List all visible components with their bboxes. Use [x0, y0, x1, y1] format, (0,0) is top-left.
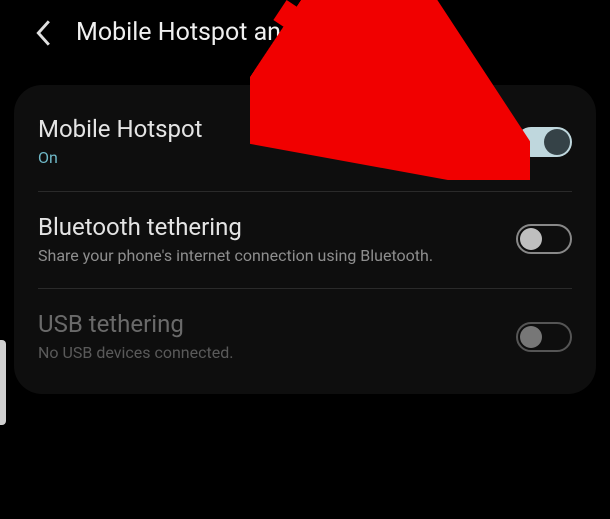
back-icon[interactable] — [34, 19, 52, 47]
mobile-hotspot-toggle[interactable] — [516, 127, 572, 157]
row-usb-tethering: USB tethering No USB devices connected. — [14, 288, 596, 386]
usb-tethering-toggle — [516, 322, 572, 352]
toggle-knob-icon — [520, 326, 542, 348]
row-bluetooth-tethering[interactable]: Bluetooth tethering Share your phone's i… — [14, 191, 596, 289]
row-subtitle: Share your phone's internet connection u… — [38, 245, 496, 267]
settings-panel: Mobile Hotspot On Bluetooth tethering Sh… — [14, 85, 596, 394]
header: Mobile Hotspot and Tethering — [0, 0, 610, 65]
toggle-knob-icon — [544, 129, 570, 155]
toggle-knob-icon — [520, 228, 542, 250]
row-subtitle: No USB devices connected. — [38, 342, 496, 364]
row-text: Bluetooth tethering Share your phone's i… — [38, 213, 516, 267]
row-subtitle: On — [38, 147, 496, 169]
row-text: USB tethering No USB devices connected. — [38, 310, 516, 364]
page-title: Mobile Hotspot and Tethering — [76, 18, 405, 47]
row-title: USB tethering — [38, 310, 496, 338]
row-text: Mobile Hotspot On — [38, 115, 516, 169]
row-title: Mobile Hotspot — [38, 115, 496, 143]
row-mobile-hotspot[interactable]: Mobile Hotspot On — [14, 93, 596, 191]
scroll-handle[interactable] — [0, 340, 6, 425]
bluetooth-tethering-toggle[interactable] — [516, 224, 572, 254]
row-title: Bluetooth tethering — [38, 213, 496, 241]
